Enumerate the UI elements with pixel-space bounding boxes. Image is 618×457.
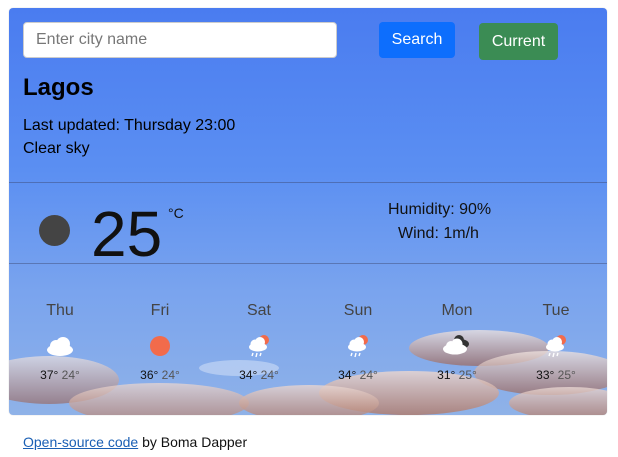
forecast-day-name: Sat — [246, 302, 271, 319]
temperature-unit: °C — [168, 205, 184, 221]
wind-text: Wind: 1m/h — [398, 225, 479, 242]
forecast-day: Mon 31° 25° — [417, 302, 497, 382]
forecast-low: 25° — [557, 368, 576, 382]
forecast-day: Sun 34° 24° — [318, 302, 398, 382]
forecast-low: 24° — [161, 368, 180, 382]
forecast-temps: 33° 25° — [516, 368, 596, 382]
forecast-day-name: Tue — [542, 302, 570, 319]
forecast-low: 25° — [458, 368, 477, 382]
divider — [9, 263, 607, 264]
current-location-button[interactable]: Current — [479, 23, 558, 60]
forecast-low: 24° — [61, 368, 80, 382]
forecast-temps: 34° 24° — [219, 368, 299, 382]
forecast-high: 34° — [338, 368, 357, 382]
last-updated-text: Last updated: Thursday 23:00 — [23, 117, 236, 134]
humidity-text: Humidity: 90% — [388, 201, 492, 218]
forecast-high: 31° — [437, 368, 456, 382]
forecast-day-name: Mon — [441, 302, 473, 319]
city-name: Lagos — [23, 74, 94, 101]
forecast-high: 34° — [239, 368, 258, 382]
forecast-day: Tue 33° 25° — [516, 302, 596, 382]
forecast-high: 36° — [140, 368, 159, 382]
forecast-day-name: Thu — [46, 302, 74, 319]
divider — [9, 182, 607, 183]
forecast-low: 24° — [260, 368, 279, 382]
forecast-day: Fri 36° 24° — [120, 302, 200, 382]
forecast-day-name: Sun — [343, 302, 373, 319]
weather-card: Search Current Lagos Last updated: Thurs… — [9, 8, 607, 415]
forecast-low: 24° — [359, 368, 378, 382]
forecast-high: 33° — [536, 368, 555, 382]
forecast-temps: 31° 25° — [417, 368, 497, 382]
sun-icon — [150, 336, 170, 356]
forecast-temps: 34° 24° — [318, 368, 398, 382]
forecast-day: Thu 37° 24° — [20, 302, 100, 382]
search-button[interactable]: Search — [379, 22, 455, 58]
forecast-day-name: Fri — [150, 302, 170, 319]
sun-rain-cloud-icon — [546, 335, 566, 358]
forecast-high: 37° — [40, 368, 59, 382]
weather-condition-text: Clear sky — [23, 140, 90, 157]
source-code-link[interactable]: Open-source code — [23, 434, 138, 450]
forecast-temps: 37° 24° — [20, 368, 100, 382]
cloud-icon — [47, 337, 73, 356]
dark-cloud-icon — [443, 335, 469, 355]
footer-author-text: by Boma Dapper — [138, 434, 248, 450]
sun-rain-cloud-icon — [249, 335, 269, 358]
city-search-input[interactable] — [23, 22, 337, 58]
footer: Open-source code by Boma Dapper — [23, 434, 247, 450]
current-temperature: 25 — [91, 198, 163, 270]
moon-icon — [39, 215, 70, 246]
forecast-temps: 36° 24° — [120, 368, 200, 382]
forecast-day: Sat 34° 24° — [219, 302, 299, 382]
sun-rain-cloud-icon — [348, 335, 368, 358]
